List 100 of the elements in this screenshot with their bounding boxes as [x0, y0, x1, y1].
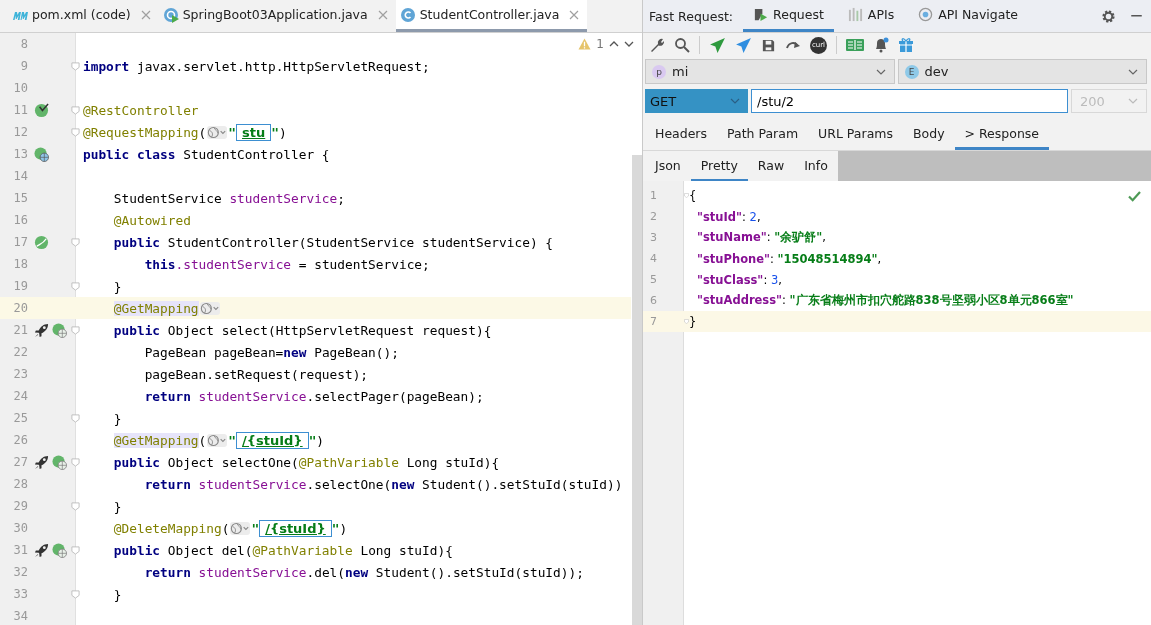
- param-tab[interactable]: Path Param: [717, 120, 809, 150]
- chevron-down-icon[interactable]: [624, 39, 634, 49]
- view-tab[interactable]: Info: [794, 151, 838, 181]
- settings-icon[interactable]: [1101, 8, 1116, 24]
- tool-window-tab[interactable]: Request: [743, 0, 834, 32]
- warning-count[interactable]: 1: [596, 37, 604, 51]
- code-line: " /{stuId} "): [251, 520, 348, 536]
- json-line: "stuPhone": "15048514894",: [696, 251, 882, 266]
- view-tab[interactable]: Json: [645, 151, 691, 181]
- editor-tab[interactable]: SpringBoot03Application.java: [158, 0, 396, 32]
- param-tab[interactable]: URL Params: [808, 120, 903, 150]
- globe-icon[interactable]: [207, 125, 228, 139]
- line-number: 9: [19, 59, 28, 73]
- tab-label: StudentController.java: [419, 7, 560, 22]
- project-select[interactable]: p mi: [645, 59, 895, 84]
- view-tab[interactable]: Raw: [747, 151, 795, 181]
- tab-label: SpringBoot03Application.java: [182, 7, 368, 22]
- caret-icon: [730, 98, 740, 104]
- line-number: 28: [12, 477, 28, 491]
- close-icon[interactable]: [377, 9, 388, 20]
- warning-icon[interactable]: [578, 38, 592, 50]
- code-line: }: [112, 278, 122, 294]
- send-icon[interactable]: [709, 36, 726, 54]
- code-line: return studentService.selectOne(new Student().setStuId(stuId)): [143, 476, 623, 492]
- code-line: this.studentService = studentService;: [143, 256, 430, 272]
- panel-title: Fast Request:: [649, 8, 734, 24]
- line-number: 6: [649, 294, 657, 307]
- line-number: 7: [649, 315, 657, 328]
- fold-marker[interactable]: [71, 589, 80, 599]
- fold-marker[interactable]: [71, 325, 80, 335]
- globe-bean-icon[interactable]: [34, 146, 49, 162]
- close-icon[interactable]: [140, 9, 151, 20]
- code-line: @DeleteMapping(: [112, 520, 230, 536]
- send-icon[interactable]: [735, 36, 752, 54]
- fold-marker[interactable]: [71, 545, 80, 555]
- target-icon: [918, 7, 934, 22]
- code-line: }: [112, 410, 122, 426]
- request-icon: [753, 7, 769, 22]
- tool-window-tab[interactable]: APIs: [837, 0, 905, 32]
- caret-icon: [1128, 98, 1138, 104]
- line-number: 27: [12, 455, 28, 469]
- url-field[interactable]: /stu/2: [751, 89, 1068, 113]
- fold-marker[interactable]: [684, 191, 689, 200]
- scrollbar[interactable]: [632, 155, 642, 625]
- fold-marker[interactable]: [71, 237, 80, 247]
- globe-icon[interactable]: [207, 433, 228, 447]
- line-number: 20: [12, 301, 28, 315]
- environment-select[interactable]: E dev: [897, 59, 1147, 84]
- line-number: 10: [12, 81, 28, 95]
- rocket-icon[interactable]: [34, 454, 49, 470]
- line-number: 23: [12, 367, 28, 381]
- line-number: 1: [649, 189, 657, 202]
- line-number: 14: [12, 169, 28, 183]
- fold-marker[interactable]: [71, 501, 80, 511]
- editor-tab[interactable]: pom.xml (code): [8, 0, 159, 32]
- fold-marker[interactable]: [684, 317, 689, 326]
- json-line: }: [689, 314, 697, 329]
- editor-tab[interactable]: StudentController.java: [395, 0, 588, 32]
- code-line: " /{stuId} "): [228, 432, 325, 448]
- minimize-icon[interactable]: [1130, 14, 1143, 18]
- fold-marker[interactable]: [71, 127, 80, 137]
- code-line: public Object selectOne(@PathVariable Long stuId){: [112, 454, 500, 470]
- bean-check-icon[interactable]: [34, 102, 49, 118]
- tool-window-tab[interactable]: API Navigate: [908, 0, 1028, 32]
- line-number: 32: [12, 565, 28, 579]
- fold-marker[interactable]: [71, 105, 80, 115]
- line-number: 5: [649, 273, 657, 286]
- close-icon[interactable]: [569, 9, 580, 20]
- rocket-icon[interactable]: [34, 542, 49, 558]
- fold-marker[interactable]: [71, 61, 80, 71]
- line-number: 17: [12, 235, 28, 249]
- json-line: "stuClass": 3,: [696, 272, 782, 287]
- book-icon[interactable]: [846, 38, 864, 52]
- bell-icon[interactable]: [873, 37, 889, 53]
- method-select[interactable]: GET: [645, 89, 748, 113]
- fold-marker[interactable]: [71, 281, 80, 291]
- code-line: pageBean.setRequest(request);: [143, 366, 369, 382]
- fold-marker[interactable]: [71, 457, 80, 467]
- search-icon[interactable]: [674, 37, 690, 53]
- param-tab[interactable]: Headers: [645, 120, 718, 150]
- line-number: 21: [12, 323, 28, 337]
- line-number: 33: [12, 587, 28, 601]
- line-number: 25: [12, 411, 28, 425]
- code-line: public class StudentController {: [83, 146, 330, 162]
- param-tab[interactable]: Body: [903, 120, 955, 150]
- bean-icon[interactable]: [34, 234, 49, 250]
- line-number: 12: [12, 125, 28, 139]
- save-icon[interactable]: [761, 37, 776, 53]
- code-line: @RestController: [83, 102, 199, 118]
- fold-marker[interactable]: [71, 413, 80, 423]
- globe-icon[interactable]: [230, 521, 251, 535]
- globe-icon[interactable]: [199, 301, 220, 315]
- line-number: 13: [12, 147, 28, 161]
- code-line: public StudentController(StudentService studentService) {: [112, 234, 553, 250]
- code-line: import javax.servlet.http.HttpServletRequest;: [83, 58, 430, 74]
- rocket-icon[interactable]: [34, 322, 49, 338]
- class-run-icon: [162, 6, 179, 23]
- chevron-up-icon[interactable]: [609, 39, 619, 49]
- wrench-icon[interactable]: [649, 37, 665, 53]
- gift-icon[interactable]: [898, 37, 914, 53]
